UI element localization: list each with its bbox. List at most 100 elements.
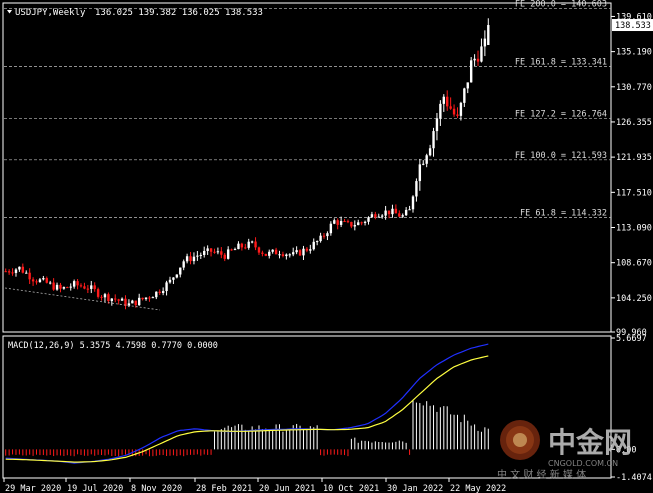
candle-body <box>185 256 189 262</box>
candle-body <box>370 214 374 218</box>
candle-body <box>79 285 83 287</box>
candle-body <box>120 298 124 301</box>
candle-body <box>206 248 209 252</box>
price-tick-label: 113.090 <box>616 224 652 234</box>
candle-body <box>144 297 148 300</box>
candle-body <box>418 164 422 182</box>
candle-body <box>329 223 333 234</box>
candle-body <box>439 103 442 119</box>
candle-body <box>285 254 288 257</box>
candle-body <box>394 208 398 214</box>
candle-body <box>411 196 415 210</box>
candle-body <box>250 241 254 243</box>
watermark-tagline: 中 文 财 经 新 媒 体 <box>497 468 586 481</box>
support-trendline[interactable] <box>4 287 161 311</box>
cngold-watermark-logo: 中金网 CNGOLD.COM.CN 中 文 财 经 新 媒 体 <box>497 420 632 481</box>
candle-body <box>384 210 387 216</box>
current-price-label: 138.533 <box>615 21 651 31</box>
price-tick-label: 126.355 <box>616 118 652 128</box>
candle-body <box>401 215 404 217</box>
chart-menu-triangle-icon[interactable] <box>7 10 12 14</box>
price-tick-label: 130.770 <box>616 83 652 93</box>
candle-body <box>165 282 168 292</box>
watermark-domain: CNGOLD.COM.CN <box>548 459 618 468</box>
time-tick-label: 22 May 2022 <box>450 484 506 493</box>
candle-body <box>213 251 216 253</box>
candle-body <box>469 60 473 83</box>
candle-body <box>442 96 445 104</box>
chart-canvas[interactable]: FE 200.0 = 140.603 FE 161.8 = 133.341 FE 1… <box>0 0 653 493</box>
price-tick-label: 99.960 <box>616 328 647 338</box>
candle-body <box>11 272 14 274</box>
candle-body <box>62 287 66 289</box>
macd-label: MACD(12,26,9) 5.3575 4.7598 0.7770 0.000… <box>8 341 218 351</box>
candle-body <box>233 249 237 251</box>
candle-body <box>96 289 100 297</box>
candle-body <box>483 38 487 47</box>
candle-body <box>271 249 274 252</box>
time-tick-label: 19 Jul 2020 <box>67 484 123 493</box>
price-tick-label: 121.935 <box>616 153 652 163</box>
candle-body <box>192 256 196 262</box>
candle-body <box>216 251 220 253</box>
macd-signal-line <box>5 355 489 463</box>
candle-body <box>398 213 401 217</box>
candle-body <box>240 243 244 248</box>
candle-body <box>268 251 271 256</box>
candle-body <box>367 217 370 222</box>
symbol-timeframe: USDJPY,Weekly <box>15 8 86 18</box>
candle-body <box>473 58 476 61</box>
candle-body <box>69 286 72 288</box>
time-tick-label: 20 Jun 2021 <box>259 484 315 493</box>
candle-body <box>463 88 466 103</box>
candle-body <box>209 248 213 252</box>
candle-body <box>114 298 117 300</box>
candle-body <box>449 106 452 109</box>
candle-body <box>309 249 312 251</box>
candle-body <box>476 58 480 62</box>
candle-body <box>83 286 86 289</box>
fib-level-label: FE 61.8 = 114.332 <box>520 209 607 219</box>
candle-body <box>380 215 384 217</box>
candle-body <box>312 241 315 250</box>
candle-body <box>305 248 309 251</box>
candle-body <box>203 251 206 255</box>
candle-body <box>357 222 360 226</box>
price-tick-label: 108.670 <box>616 259 652 269</box>
candle-body <box>72 281 76 287</box>
candle-body <box>353 225 357 227</box>
candle-body <box>350 221 353 227</box>
candle-body <box>244 247 247 249</box>
candle-body <box>237 243 240 250</box>
candle-body <box>226 249 230 259</box>
candle-body <box>42 278 45 280</box>
candle-body <box>151 297 155 299</box>
candle-body <box>456 114 459 116</box>
candle-body <box>264 253 268 256</box>
price-tick-label: 135.190 <box>616 48 652 58</box>
candle-body <box>257 247 261 253</box>
price-tick-label: 117.510 <box>616 188 652 198</box>
candle-body <box>346 221 350 223</box>
candle-body <box>199 254 202 256</box>
candle-body <box>230 249 233 251</box>
candle-body <box>292 252 295 255</box>
candle-body <box>35 281 38 283</box>
candle-body <box>49 282 52 284</box>
candle-body <box>487 25 490 45</box>
candle-body <box>408 209 411 211</box>
candle-body <box>363 221 367 223</box>
candle-body <box>148 297 151 299</box>
candle-body <box>14 269 18 273</box>
candle-body <box>38 279 42 283</box>
candle-body <box>155 291 158 298</box>
candle-body <box>336 220 339 225</box>
candle-body <box>90 285 93 289</box>
candle-body <box>55 284 59 290</box>
candle-body <box>428 148 432 156</box>
candle-body <box>298 250 302 256</box>
candle-body <box>161 291 165 294</box>
candle-body <box>175 274 179 278</box>
candle-body <box>158 291 161 294</box>
candle-body <box>172 277 175 280</box>
